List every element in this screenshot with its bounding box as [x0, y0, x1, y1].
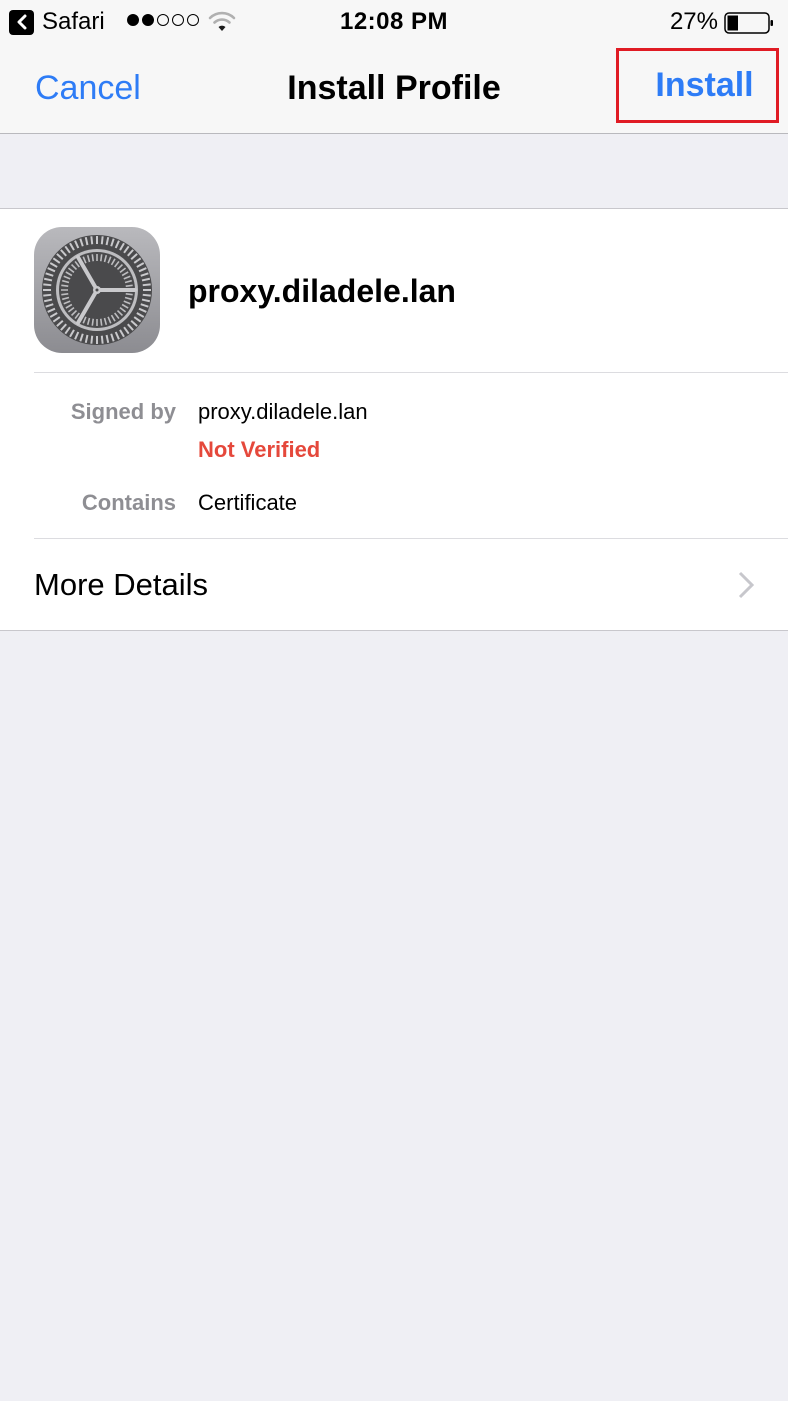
contains-label: Contains: [81, 490, 176, 515]
chevron-right-icon: [738, 571, 755, 604]
status-bar: Safari 12:08 PM 27%: [0, 0, 788, 44]
battery-fill: [727, 15, 738, 31]
navigation-bar: Cancel Install Profile Install: [0, 44, 788, 134]
contains-value: Certificate: [198, 490, 298, 515]
install-button[interactable]: Install: [616, 48, 779, 123]
cancel-button[interactable]: Cancel: [35, 69, 141, 108]
battery-icon: [724, 12, 774, 39]
signed-by-label: Signed by: [70, 399, 176, 424]
signed-by-value: proxy.diladele.lan: [198, 399, 368, 424]
profile-header: proxy.diladele.lan: [0, 209, 788, 373]
profile-section: proxy.diladele.lan Signed by proxy.dilad…: [0, 208, 788, 631]
more-details-label: More Details: [34, 567, 208, 602]
battery-percent: 27%: [669, 8, 718, 35]
verification-status: Not Verified: [198, 437, 321, 462]
install-button-label: Install: [655, 66, 754, 104]
divider: [34, 372, 788, 373]
profile-name: proxy.diladele.lan: [188, 273, 456, 309]
settings-gear-icon: [34, 227, 160, 353]
more-details-row[interactable]: More Details: [0, 539, 788, 631]
